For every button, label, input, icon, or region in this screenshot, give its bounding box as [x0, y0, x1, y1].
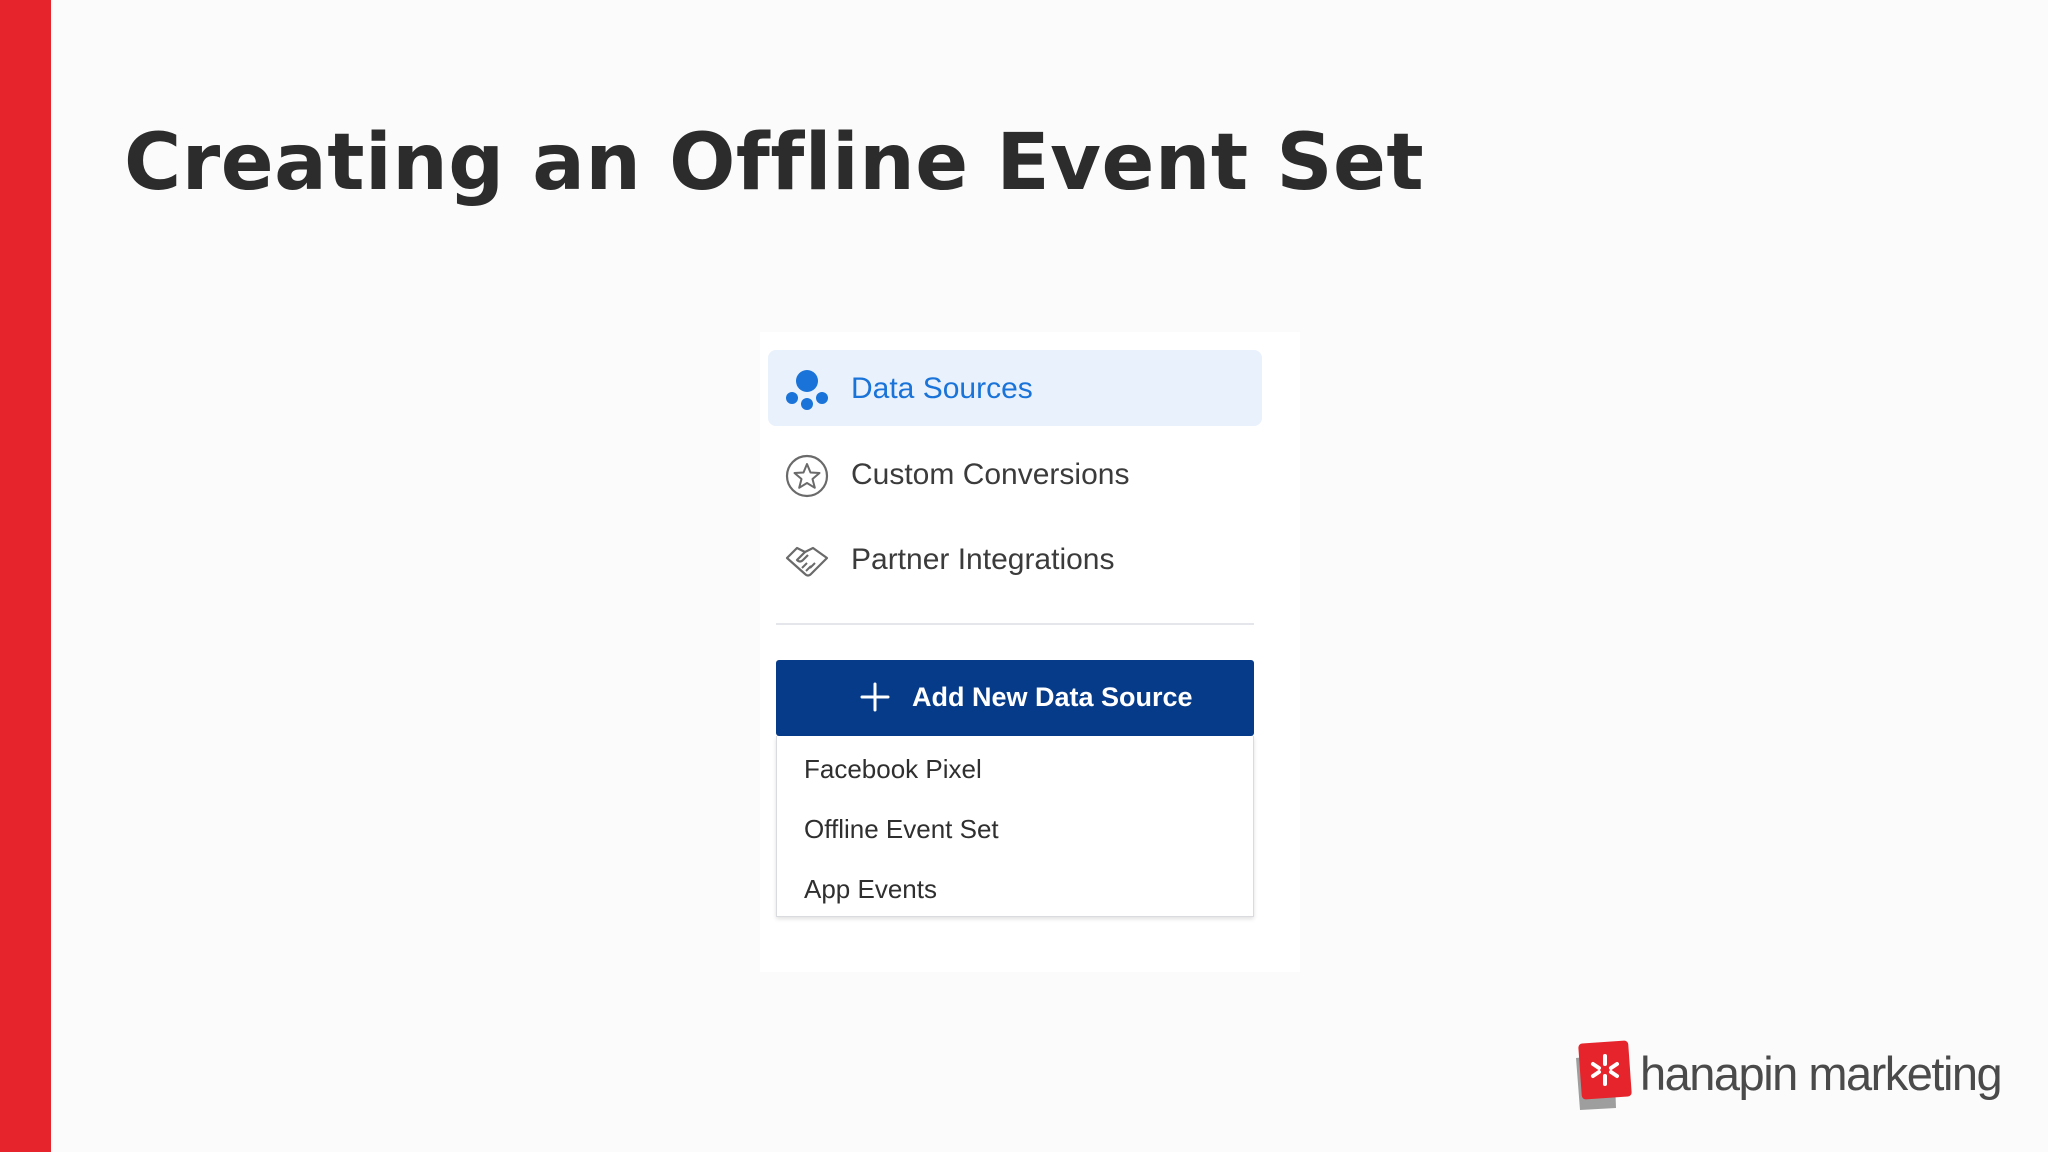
plus-icon	[860, 682, 890, 712]
nav-item-data-sources[interactable]: Data Sources	[768, 350, 1262, 426]
menu-item-facebook-pixel[interactable]: Facebook Pixel	[804, 754, 982, 785]
menu-item-offline-event-set[interactable]: Offline Event Set	[804, 814, 999, 845]
nav-item-partner-integrations[interactable]: Partner Integrations	[768, 521, 1262, 597]
add-new-data-source-button[interactable]: Add New Data Source	[776, 660, 1254, 736]
data-sources-icon	[786, 370, 828, 410]
menu-item-app-events[interactable]: App Events	[804, 874, 937, 905]
hanapin-logo-text: hanapin marketing	[1640, 1047, 2003, 1100]
nav-item-custom-conversions[interactable]: Custom Conversions	[768, 436, 1262, 512]
divider	[776, 623, 1254, 625]
accent-bar	[0, 0, 51, 1152]
nav-label-custom-conversions: Custom Conversions	[851, 458, 1130, 491]
add-new-data-source-label: Add New Data Source	[912, 682, 1193, 712]
handshake-icon	[785, 546, 829, 577]
nav-label-data-sources: Data Sources	[851, 372, 1033, 405]
data-sources-panel: Data Sources Custom Conversions Partner …	[760, 332, 1300, 972]
data-source-dropdown-menu: Facebook Pixel Offline Event Set App Eve…	[776, 736, 1254, 917]
hanapin-logo: hanapin marketing	[1574, 1040, 2003, 1112]
hanapin-logo-mark-icon	[1576, 1040, 1632, 1110]
slide-title: Creating an Offline Event Set	[124, 118, 1425, 208]
star-circle-icon	[785, 454, 829, 498]
nav-label-partner-integrations: Partner Integrations	[851, 543, 1115, 576]
